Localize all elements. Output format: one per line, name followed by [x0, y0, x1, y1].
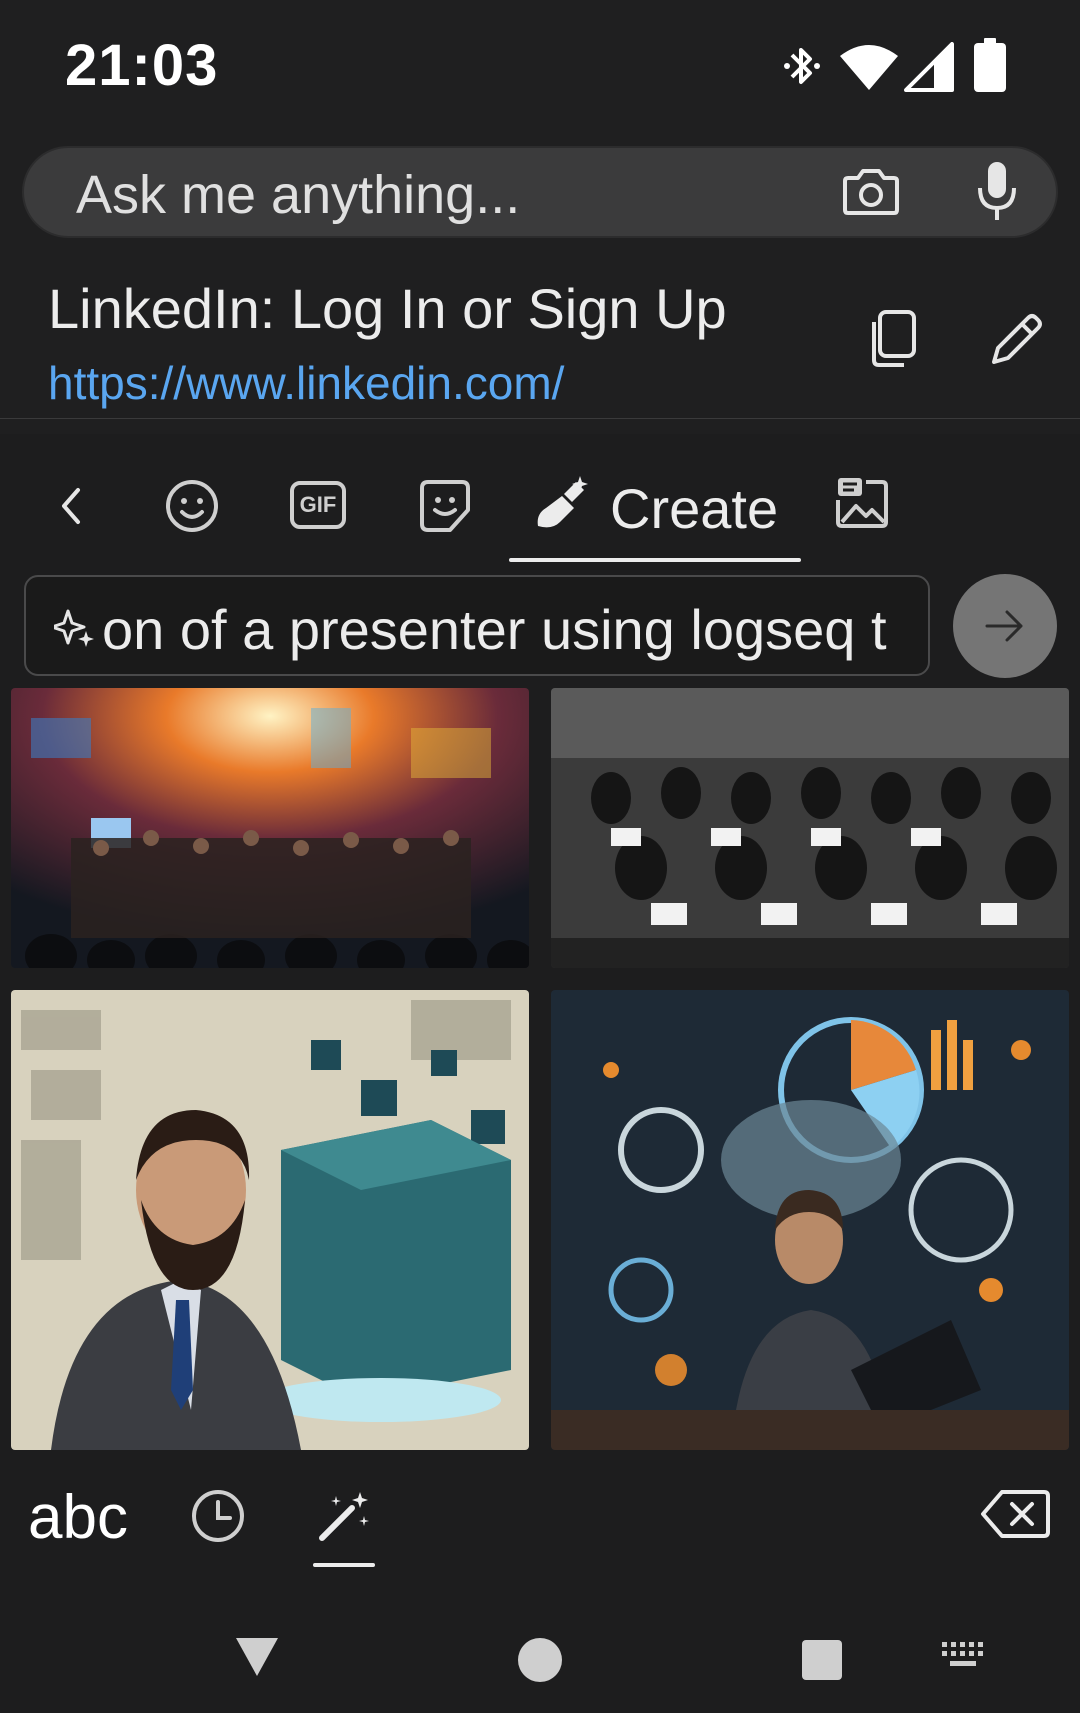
send-button[interactable] [953, 574, 1057, 678]
search-bar[interactable]: Ask me anything... [22, 146, 1058, 238]
keyboard-switch-icon[interactable] [940, 1640, 986, 1670]
mic-icon[interactable] [974, 158, 1020, 224]
arrow-right-icon [985, 610, 1023, 642]
magic-wand-icon[interactable] [316, 1488, 372, 1544]
generated-image-classroom-laptops[interactable] [551, 688, 1069, 968]
emoji-icon[interactable] [164, 478, 220, 534]
wand-active-indicator [313, 1563, 375, 1567]
recents-square-icon[interactable] [800, 1638, 844, 1682]
generated-image-bearded-presenter-cube[interactable] [11, 990, 529, 1450]
create-label: Create [610, 477, 779, 540]
home-circle-icon[interactable] [516, 1636, 564, 1684]
camera-icon[interactable] [842, 164, 900, 218]
backspace-icon[interactable] [980, 1488, 1052, 1540]
copy-icon[interactable] [868, 310, 918, 368]
image-gallery-icon[interactable] [834, 474, 890, 530]
divider [0, 418, 1080, 419]
suggestion-url[interactable]: https://www.linkedin.com/ [48, 356, 564, 410]
edit-pencil-icon[interactable] [988, 310, 1046, 368]
prompt-text[interactable]: on of a presenter using logseq t [102, 597, 887, 662]
sparkle-icon [54, 609, 94, 647]
navigation-bar [0, 1600, 1080, 1713]
chevron-left-icon[interactable] [54, 484, 88, 528]
wifi-icon [840, 45, 898, 90]
search-input[interactable]: Ask me anything... [76, 164, 520, 226]
gif-tab[interactable]: GIF [290, 481, 346, 529]
gif-label: GIF [299, 492, 337, 517]
cell-signal-icon [904, 42, 954, 92]
sticker-icon[interactable] [418, 478, 472, 534]
abc-button[interactable]: abc [28, 1482, 128, 1553]
generated-image-man-laptop-gears[interactable] [551, 990, 1069, 1450]
battery-icon [974, 38, 1006, 92]
status-time: 21:03 [65, 33, 219, 98]
generated-image-crowd-colorful[interactable] [11, 688, 529, 968]
bluetooth-icon [784, 48, 820, 84]
prompt-input[interactable]: on of a presenter using logseq t [24, 575, 930, 676]
back-triangle-icon[interactable] [234, 1636, 280, 1678]
suggestion-title[interactable]: LinkedIn: Log In or Sign Up [48, 276, 727, 341]
clock-icon[interactable] [190, 1488, 246, 1544]
create-brush-icon [537, 476, 588, 528]
tab-active-indicator [509, 558, 801, 562]
status-bar: 21:03 [0, 0, 1080, 130]
